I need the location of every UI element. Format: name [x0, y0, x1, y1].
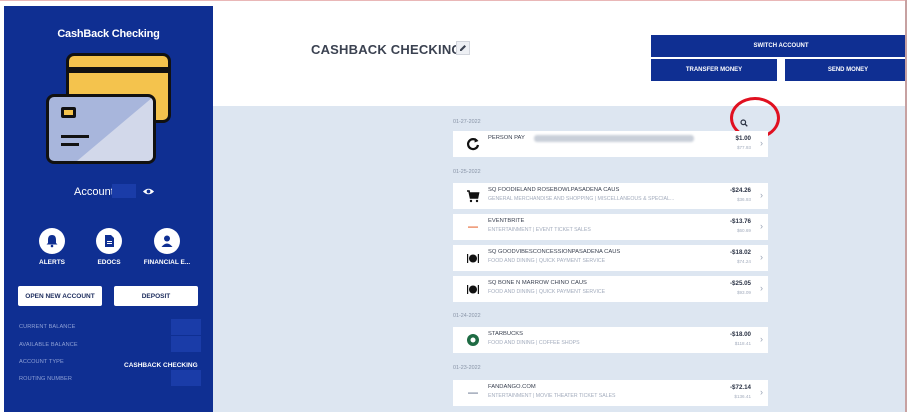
available-balance-label: AVAILABLE BALANCE [19, 342, 78, 348]
transaction-row[interactable]: EVENTBRITE ENTERTAINMENT | EVENT TICKET … [453, 214, 768, 240]
transaction-name: SQ FOODIELAND ROSEBOWLPASADENA CAUS [488, 187, 620, 193]
document-icon [96, 228, 122, 254]
transaction-name: FANDANGO.COM [488, 384, 536, 390]
transaction-amount: -$18.00 [730, 331, 751, 338]
card-front-icon [46, 94, 156, 164]
current-balance-label: CURRENT BALANCE [19, 324, 76, 330]
account-sidebar: CashBack Checking Account: ALERTS EDOCS … [4, 6, 213, 412]
transaction-category: FOOD AND DINING | QUICK PAYMENT SERVICE [488, 289, 606, 295]
chevron-right-icon: › [760, 252, 763, 262]
bell-icon [39, 228, 65, 254]
date-header: 01-23-2022 [453, 365, 481, 371]
app-frame: CashBack Checking Account: ALERTS EDOCS … [0, 0, 911, 412]
chevron-right-icon: › [760, 283, 763, 293]
transaction-row[interactable]: STARBUCKS FOOD AND DINING | COFFEE SHOPS… [453, 327, 768, 353]
transaction-amount: $1.00 [735, 135, 751, 142]
transaction-amount: -$13.76 [730, 218, 751, 225]
transaction-balance: $136.41 [734, 394, 751, 399]
account-number-masked [112, 184, 136, 198]
page-header: CASHBACK CHECKING SWITCH ACCOUNT TRANSFE… [213, 6, 911, 106]
transaction-balance: $93.09 [736, 290, 751, 295]
chevron-right-icon: › [760, 387, 763, 397]
quick-action-label: EDOCS [97, 259, 121, 266]
date-header: 01-25-2022 [453, 169, 481, 175]
transaction-name: SQ BONE N MARROW CHINO CAUS [488, 280, 587, 286]
dining-icon [466, 282, 480, 296]
quick-action-edocs[interactable]: EDOCS [77, 228, 141, 266]
transaction-category: ENTERTAINMENT | EVENT TICKET SALES [488, 227, 591, 233]
transaction-name: STARBUCKS [488, 331, 524, 337]
deposit-button[interactable]: DEPOSIT [114, 286, 198, 306]
routing-number-masked [171, 370, 201, 386]
starbucks-icon [466, 333, 480, 347]
quick-action-label: ALERTS [39, 259, 65, 266]
transaction-row[interactable]: FANDANGO.COM ENTERTAINMENT | MOVIE THEAT… [453, 380, 768, 406]
transactions-area: 01-27-2022 PERSON PAY $1.00 $77.93 › 01-… [213, 97, 905, 412]
transaction-balance: $118.41 [734, 341, 751, 346]
transaction-category: FOOD AND DINING | COFFEE SHOPS [488, 340, 580, 346]
chevron-right-icon: › [760, 138, 763, 148]
pencil-icon[interactable] [456, 41, 470, 55]
quick-action-alerts[interactable]: ALERTS [20, 228, 84, 266]
transaction-amount: -$24.26 [730, 187, 751, 194]
quick-action-financial[interactable]: FINANCIAL E... [135, 228, 199, 266]
transaction-name: PERSON PAY [488, 135, 525, 141]
right-border [905, 0, 911, 412]
sidebar-title: CashBack Checking [57, 28, 160, 40]
transaction-row[interactable]: SQ FOODIELAND ROSEBOWLPASADENA CAUS GENE… [453, 183, 768, 209]
routing-number-label: ROUTING NUMBER [19, 376, 72, 382]
transaction-name: EVENTBRITE [488, 218, 525, 224]
page-title: CASHBACK CHECKING [311, 42, 462, 57]
account-label: Account: [74, 186, 117, 198]
dining-icon [466, 251, 480, 265]
transaction-amount: -$25.05 [730, 280, 751, 287]
transaction-category: GENERAL MERCHANDISE AND SHOPPING | MISCE… [488, 196, 675, 202]
refresh-icon [466, 137, 480, 151]
quick-action-label: FINANCIAL E... [143, 259, 191, 266]
redacted-text [534, 135, 694, 142]
person-badge-icon [154, 228, 180, 254]
transaction-name: SQ GOODVIBESCONCESSIONPASADENA CAUS [488, 249, 621, 255]
send-money-button[interactable]: SEND MONEY [785, 59, 911, 81]
dash-icon [466, 386, 480, 400]
eye-icon[interactable] [142, 186, 155, 197]
transfer-money-button[interactable]: TRANSFER MONEY [651, 59, 777, 81]
transaction-balance: $74.24 [736, 259, 751, 264]
transaction-balance: $36.93 [736, 197, 751, 202]
transaction-category: FOOD AND DINING | QUICK PAYMENT SERVICE [488, 258, 606, 264]
date-header: 01-27-2022 [453, 119, 481, 125]
chevron-right-icon: › [760, 221, 763, 231]
account-type-value: CASHBACK CHECKING [124, 362, 198, 369]
transaction-amount: -$72.14 [730, 384, 751, 391]
available-balance-masked [171, 336, 201, 352]
chevron-right-icon: › [760, 334, 763, 344]
transaction-row[interactable]: PERSON PAY $1.00 $77.93 › [453, 131, 768, 157]
switch-account-button[interactable]: SWITCH ACCOUNT [651, 35, 911, 57]
chevron-right-icon: › [760, 190, 763, 200]
top-border [0, 0, 911, 4]
transaction-balance: $77.93 [736, 145, 751, 150]
transaction-category: ENTERTAINMENT | MOVIE THEATER TICKET SAL… [488, 393, 616, 399]
current-balance-masked [171, 319, 201, 335]
open-new-account-button[interactable]: OPEN NEW ACCOUNT [18, 286, 102, 306]
transaction-balance: $60.69 [736, 228, 751, 233]
transaction-row[interactable]: SQ GOODVIBESCONCESSIONPASADENA CAUS FOOD… [453, 245, 768, 271]
date-header: 01-24-2022 [453, 313, 481, 319]
cart-icon [466, 189, 480, 203]
account-type-label: ACCOUNT TYPE [19, 359, 64, 365]
transaction-amount: -$18.02 [730, 249, 751, 256]
transaction-row[interactable]: SQ BONE N MARROW CHINO CAUS FOOD AND DIN… [453, 276, 768, 302]
dash-icon [466, 220, 480, 234]
